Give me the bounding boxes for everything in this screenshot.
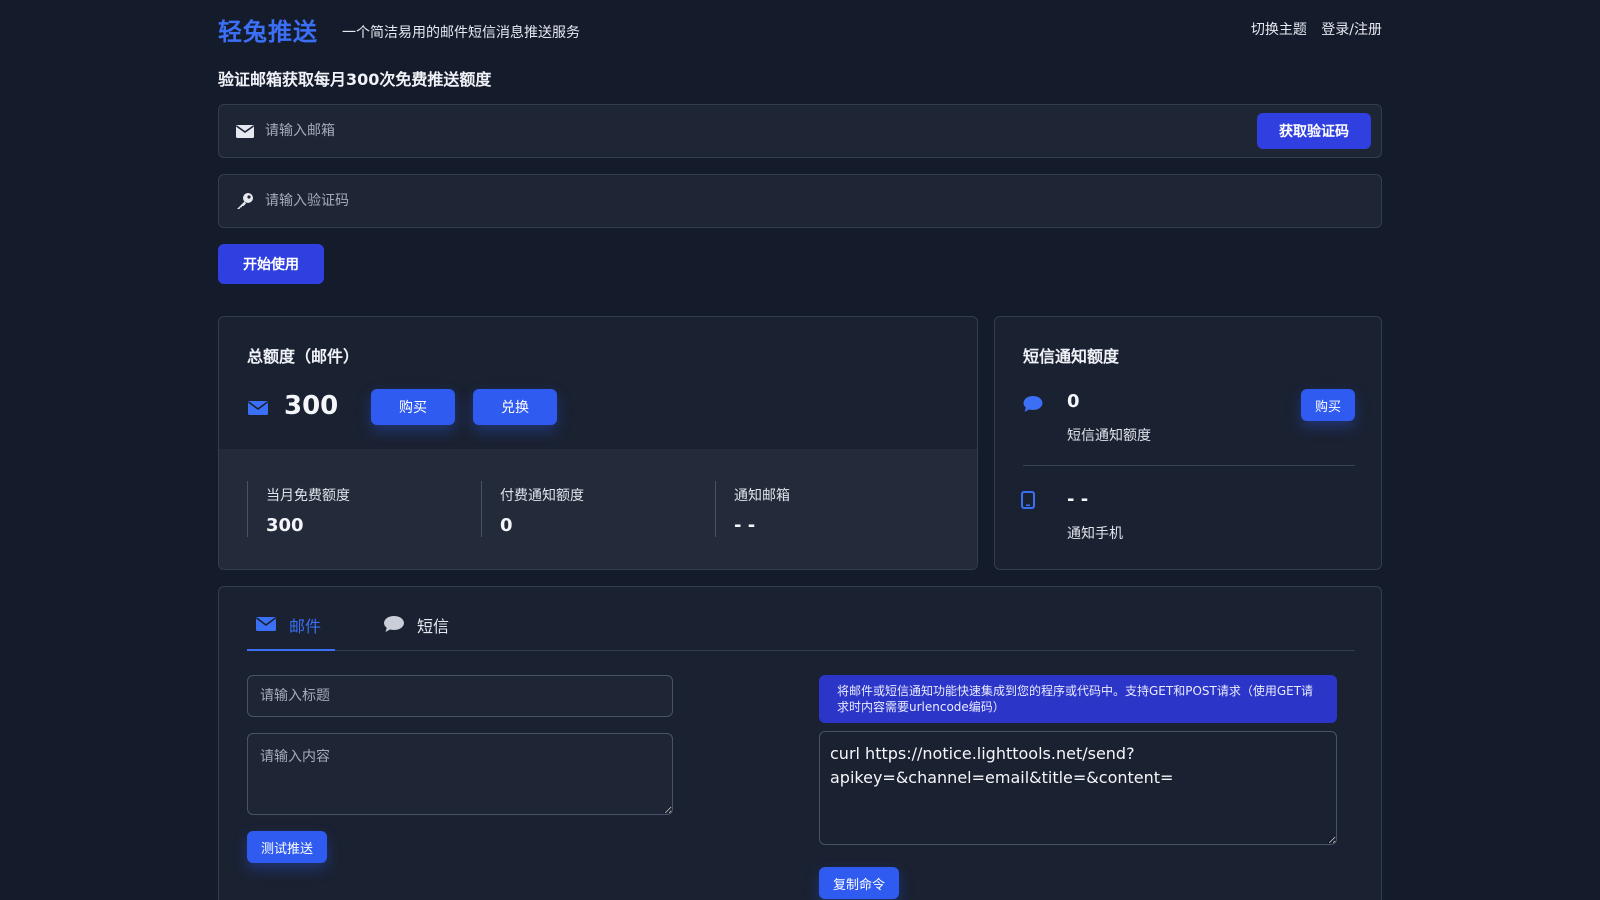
envelope-icon bbox=[247, 399, 269, 417]
copy-command-button[interactable]: 复制命令 bbox=[819, 867, 899, 899]
get-code-button[interactable]: 获取验证码 bbox=[1257, 113, 1371, 149]
buy-sms-quota-button[interactable]: 购买 bbox=[1301, 389, 1355, 421]
code-field-group bbox=[218, 174, 1382, 228]
sms-quota-value: 0 bbox=[1067, 391, 1080, 412]
stat-notify-email: 通知邮箱 - - bbox=[715, 481, 949, 537]
chat-bubble-icon bbox=[1023, 395, 1043, 413]
channel-tabs: 邮件 短信 bbox=[247, 587, 1355, 651]
stat-label: 付费通知额度 bbox=[500, 488, 584, 504]
push-test-card: 邮件 短信 测试推送 将邮件或短信通知功能快速集成到您的程序或代码中。支持GET… bbox=[218, 586, 1382, 900]
switch-theme-link[interactable]: 切换主题 bbox=[1251, 22, 1307, 38]
sms-quota-title: 短信通知额度 bbox=[1023, 347, 1120, 366]
sms-quota-label: 短信通知额度 bbox=[1067, 428, 1151, 444]
verification-code-input[interactable] bbox=[265, 175, 1225, 227]
email-field-group: 获取验证码 bbox=[218, 104, 1382, 158]
tagline: 一个简洁易用的邮件短信消息推送服务 bbox=[342, 25, 580, 41]
top-nav: 切换主题 登录/注册 bbox=[1241, 19, 1382, 39]
sms-quota-card: 短信通知额度 0 短信通知额度 购买 - - 通知手机 bbox=[994, 316, 1382, 570]
message-content-input[interactable] bbox=[247, 733, 673, 815]
test-push-button[interactable]: 测试推送 bbox=[247, 831, 327, 863]
stat-label: 当月免费额度 bbox=[266, 488, 350, 504]
envelope-icon bbox=[235, 121, 255, 141]
curl-command-textarea[interactable]: curl https://notice.lighttools.net/send?… bbox=[819, 731, 1337, 845]
stat-value: - - bbox=[734, 515, 756, 536]
tab-label: 邮件 bbox=[289, 617, 322, 636]
redeem-button[interactable]: 兑换 bbox=[473, 389, 557, 425]
envelope-icon bbox=[255, 615, 277, 633]
quota-stats-panel: 当月免费额度 300 付费通知额度 0 通知邮箱 - - bbox=[219, 449, 977, 569]
login-register-link[interactable]: 登录/注册 bbox=[1321, 22, 1382, 38]
stat-value: 0 bbox=[500, 515, 513, 536]
tab-label: 短信 bbox=[417, 617, 450, 636]
stat-monthly-free: 当月免费额度 300 bbox=[247, 481, 481, 537]
chat-bubble-icon bbox=[383, 615, 405, 633]
start-button[interactable]: 开始使用 bbox=[218, 244, 324, 284]
mobile-phone-icon bbox=[1021, 491, 1035, 509]
verify-title: 验证邮箱获取每月300次免费推送额度 bbox=[218, 70, 492, 89]
email-input[interactable] bbox=[265, 105, 1225, 157]
key-icon bbox=[235, 191, 255, 211]
message-title-input[interactable] bbox=[247, 675, 673, 717]
stat-paid-quota: 付费通知额度 0 bbox=[481, 481, 715, 537]
notify-phone-value: - - bbox=[1067, 489, 1089, 510]
stat-value: 300 bbox=[266, 515, 304, 536]
total-quota-value: 300 bbox=[284, 391, 339, 421]
divider bbox=[1023, 465, 1355, 466]
notify-phone-label: 通知手机 bbox=[1067, 526, 1123, 542]
brand-logo[interactable]: 轻兔推送 bbox=[218, 12, 318, 47]
buy-email-quota-button[interactable]: 购买 bbox=[371, 389, 455, 425]
total-quota-card: 总额度（邮件） 300 购买 兑换 当月免费额度 300 付费通知额度 0 通知… bbox=[218, 316, 978, 570]
total-quota-title: 总额度（邮件） bbox=[247, 347, 360, 366]
tab-sms[interactable]: 短信 bbox=[375, 611, 463, 651]
tab-email[interactable]: 邮件 bbox=[247, 611, 335, 651]
stat-label: 通知邮箱 bbox=[734, 488, 790, 504]
integration-info-banner: 将邮件或短信通知功能快速集成到您的程序或代码中。支持GET和POST请求（使用G… bbox=[819, 675, 1337, 723]
header: 轻兔推送 一个简洁易用的邮件短信消息推送服务 切换主题 登录/注册 bbox=[218, 12, 1382, 48]
